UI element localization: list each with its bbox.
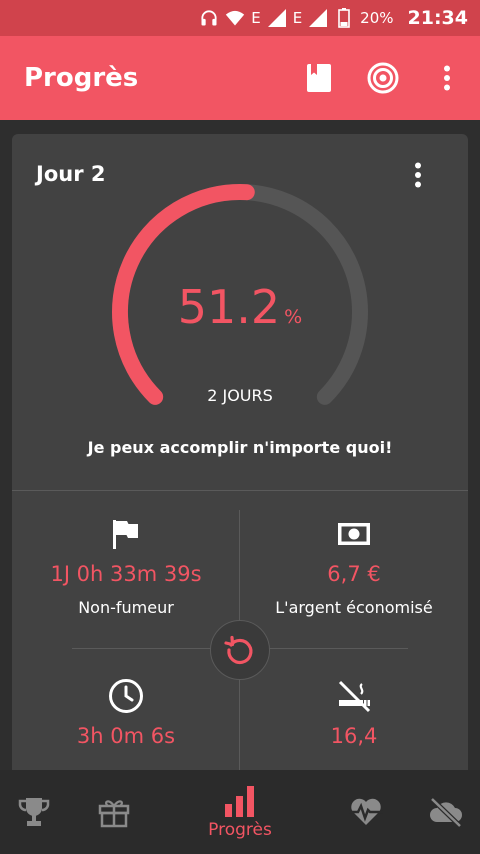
book-icon — [307, 64, 331, 92]
book-button[interactable] — [298, 57, 340, 99]
gift-icon — [98, 800, 130, 828]
card-menu-button[interactable] — [406, 160, 430, 190]
network-type-2: E — [292, 9, 303, 27]
target-icon — [367, 62, 399, 94]
stat-cigarettes-avoided: 16,4 — [240, 676, 468, 760]
signal-icon — [267, 8, 287, 28]
target-button[interactable] — [362, 57, 404, 99]
stat-value: 16,4 — [330, 724, 378, 748]
stat-money-saved: 6,7 € L'argent économisé — [240, 514, 468, 617]
progress-card: Jour 2 51.2% 2 JOURS Je peux accomplir n… — [12, 134, 468, 794]
days-label: 2 JOURS — [207, 386, 273, 405]
stat-label: Non-fumeur — [78, 598, 174, 617]
nav-sync[interactable] — [420, 770, 472, 854]
stat-value: 1J 0h 33m 39s — [50, 562, 202, 586]
reset-button[interactable] — [210, 620, 270, 680]
divider — [12, 490, 468, 491]
heartbeat-icon — [349, 798, 383, 825]
nav-gifts[interactable] — [88, 770, 140, 854]
headphones-icon — [199, 8, 219, 28]
stat-time-regained: 3h 0m 6s — [12, 676, 240, 760]
nav-trophies[interactable] — [8, 770, 60, 854]
overflow-menu-icon — [444, 65, 450, 91]
overflow-menu-icon — [415, 162, 421, 188]
nav-health[interactable] — [340, 770, 392, 854]
stat-label: L'argent économisé — [275, 598, 433, 617]
trophy-icon — [18, 798, 50, 826]
money-icon — [338, 523, 370, 545]
clock-time: 21:34 — [407, 7, 468, 29]
status-bar: E E 20% 21:34 — [0, 0, 480, 36]
signal-icon-2 — [308, 8, 328, 28]
overflow-menu-button[interactable] — [426, 57, 468, 99]
battery-level: 20% — [360, 9, 394, 27]
motto-text: Je peux accomplir n'importe quoi! — [87, 438, 393, 457]
nav-progress[interactable]: Progrès — [196, 770, 284, 854]
battery-icon — [334, 8, 354, 28]
app-bar: Progrès — [0, 36, 480, 120]
nav-progress-label: Progrès — [208, 820, 272, 840]
wifi-icon — [225, 8, 245, 28]
flag-icon — [113, 520, 138, 549]
progress-percent: 51.2% — [12, 280, 468, 334]
refresh-icon — [224, 635, 253, 665]
percent-value: 51.2 — [177, 280, 281, 334]
day-title: Jour 2 — [36, 162, 106, 186]
no-smoking-icon — [338, 680, 371, 713]
bar-chart-icon — [225, 786, 254, 817]
stat-value: 6,7 € — [327, 562, 381, 586]
page-title: Progrès — [24, 63, 139, 93]
percent-unit: % — [284, 306, 303, 328]
cloud-off-icon — [430, 797, 462, 828]
stat-value: 3h 0m 6s — [76, 724, 176, 748]
bottom-navigation: Progrès — [0, 770, 480, 854]
clock-icon — [109, 679, 143, 713]
network-type-1: E — [251, 9, 261, 27]
stat-non-smoker: 1J 0h 33m 39s Non-fumeur — [12, 514, 240, 617]
